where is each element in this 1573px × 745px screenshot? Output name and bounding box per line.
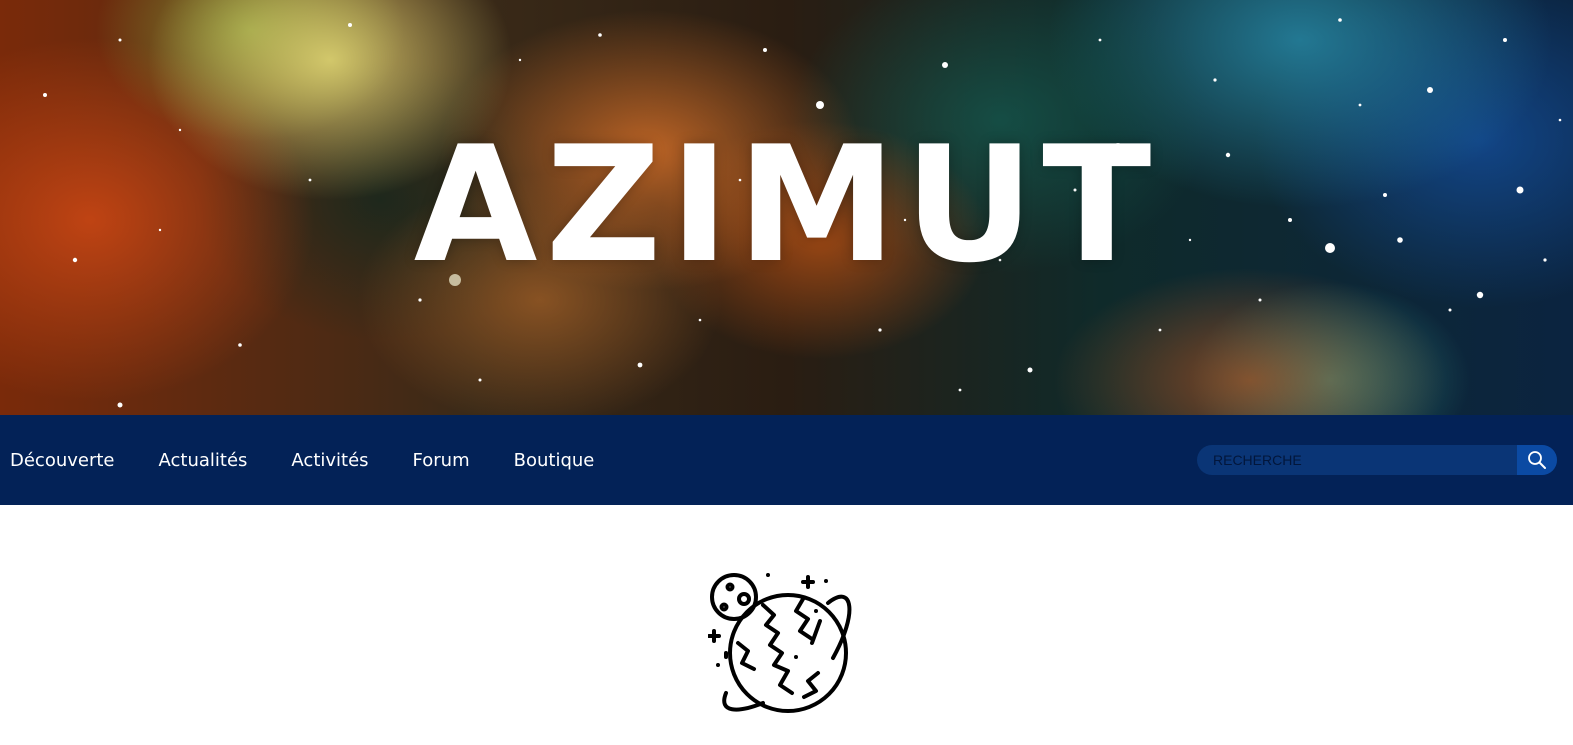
nav-item-actualites[interactable]: Actualités	[159, 450, 248, 471]
planet-space-icon	[708, 573, 852, 713]
main-navbar: Découverte Actualités Activités Forum Bo…	[0, 415, 1573, 505]
main-content	[0, 505, 1573, 745]
search-input[interactable]	[1197, 445, 1517, 475]
hero-banner: AZIMUT	[0, 0, 1573, 415]
search-icon	[1528, 451, 1546, 469]
nav-item-decouverte[interactable]: Découverte	[10, 450, 115, 471]
nav-item-activites[interactable]: Activités	[291, 450, 368, 471]
site-title: AZIMUT	[413, 111, 1160, 298]
search-button[interactable]	[1517, 445, 1557, 475]
nav-item-forum[interactable]: Forum	[413, 450, 470, 471]
nav-item-boutique[interactable]: Boutique	[514, 450, 595, 471]
nav-links: Découverte Actualités Activités Forum Bo…	[0, 415, 638, 505]
search-box	[1197, 445, 1557, 475]
